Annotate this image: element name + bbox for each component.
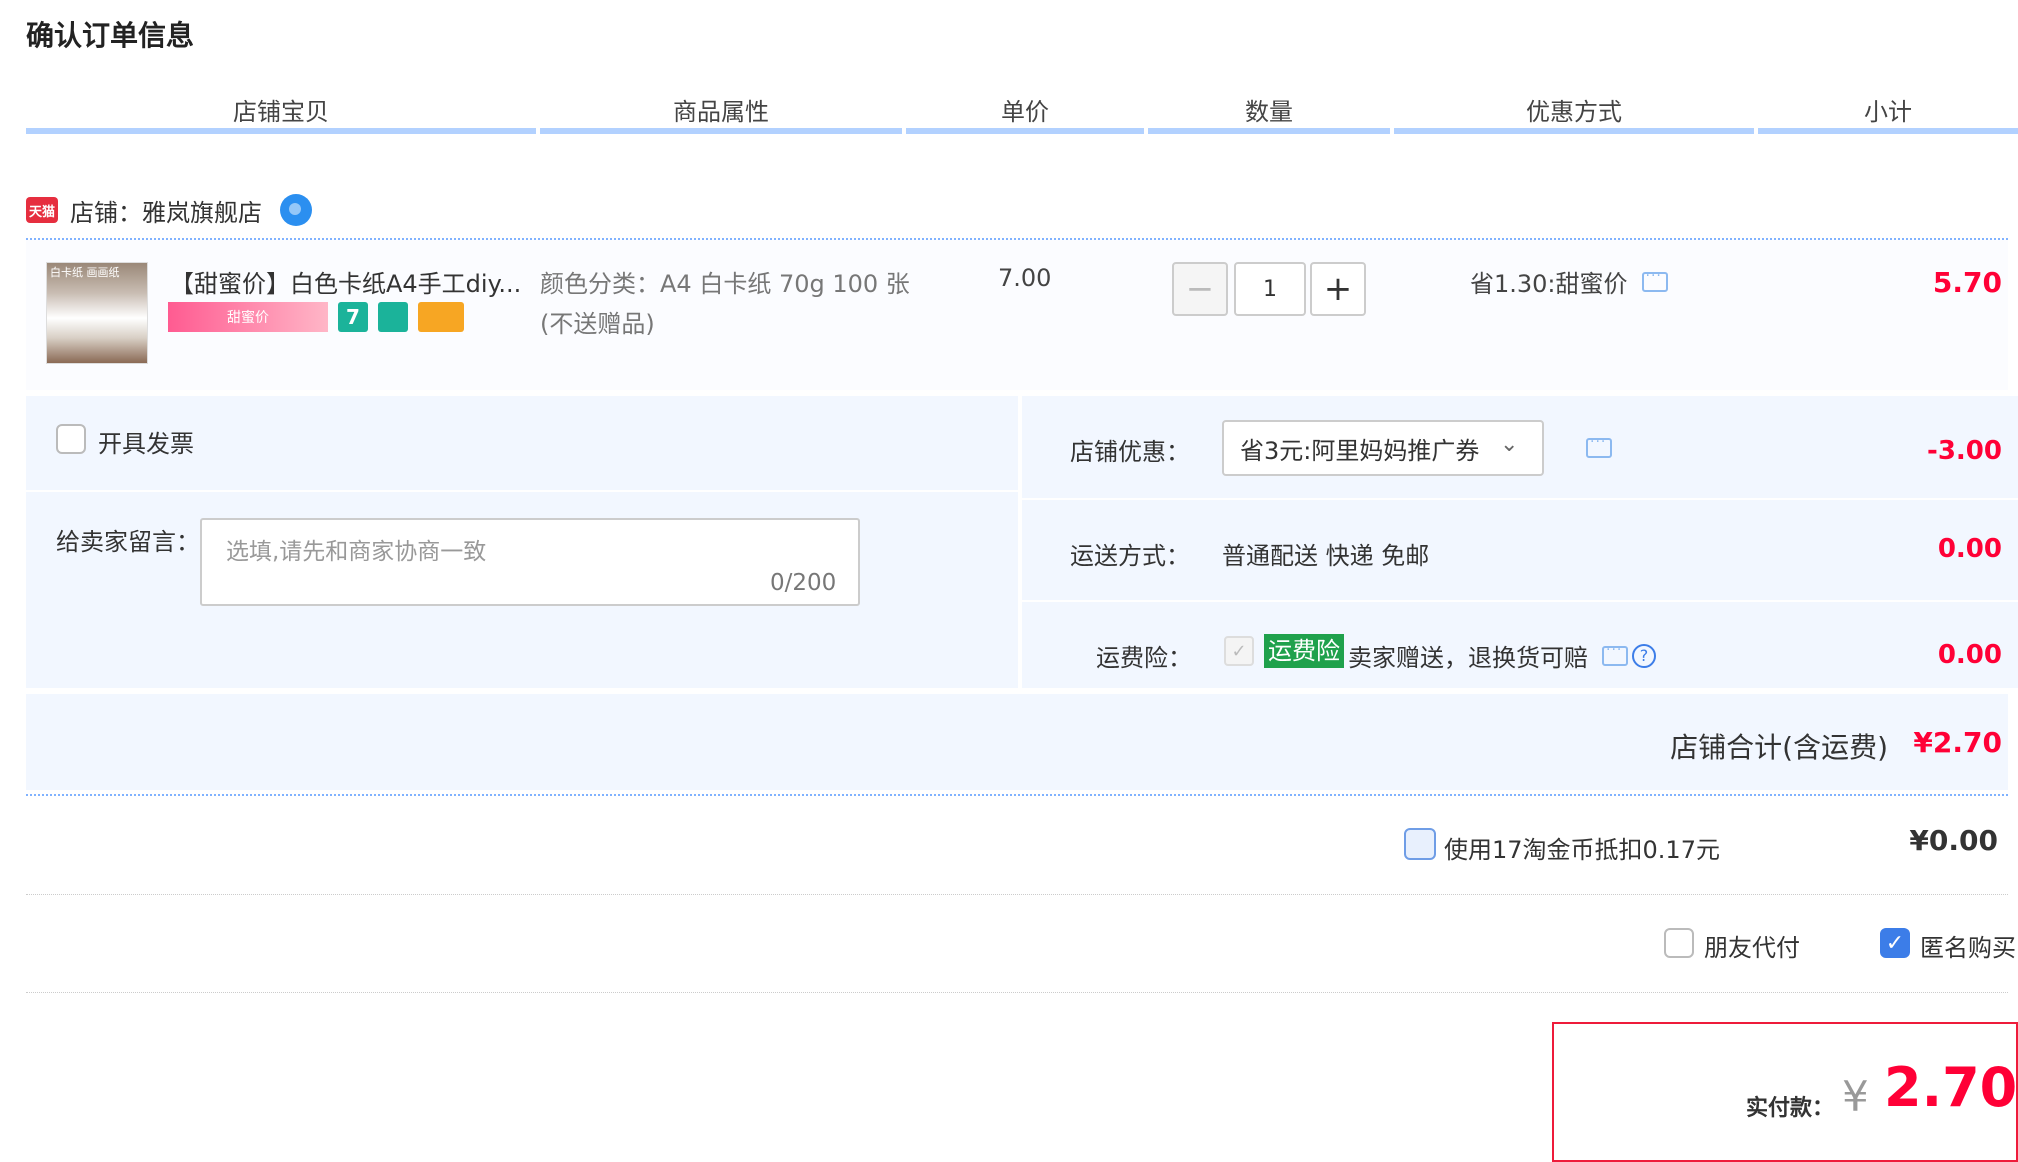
help-icon[interactable]: ?	[1632, 643, 1656, 668]
message-label: 给卖家留言：	[56, 528, 200, 556]
friend-pay-label: 朋友代付	[1704, 934, 1800, 962]
item-attributes: 颜色分类：A4 白卡纸 70g 100 张(不送赠品)	[540, 270, 910, 338]
insurance-badge: 运费险	[1264, 634, 1344, 668]
coins-amount: ¥0.00	[1909, 824, 1998, 857]
shop-discount-label: 店铺优惠：	[1070, 438, 1190, 466]
unit-price: 7.00	[998, 264, 1052, 292]
sweet-price-badge: 甜蜜价	[168, 302, 328, 332]
shop-name[interactable]: 店铺：雅岚旗舰店	[70, 193, 262, 228]
insurance-desc-row: 卖家赠送，退换货可赔 ?	[1348, 638, 1656, 673]
anonymous-checkbox[interactable]: ✓	[1880, 928, 1910, 958]
shop-row: 天猫 店铺：雅岚旗舰店	[26, 192, 312, 228]
column-header-discount: 优惠方式	[1394, 96, 1754, 134]
quantity-input[interactable]	[1234, 262, 1306, 316]
insurance-checkbox: ✓	[1224, 636, 1254, 666]
shop-discount-select[interactable]: 省3元:阿里妈妈推广券	[1222, 420, 1544, 476]
shipping-value: 普通配送 快递 免邮	[1222, 542, 1430, 570]
quantity-increase-button[interactable]: +	[1310, 262, 1366, 316]
chevron-down-icon: ⌄	[1500, 432, 1519, 457]
chat-icon[interactable]	[1641, 264, 1668, 292]
shipping-label: 运送方式：	[1070, 542, 1190, 570]
shop-total-label: 店铺合计(含运费)	[1670, 731, 1888, 764]
anonymous-label: 匿名购买	[1920, 934, 2016, 962]
tmall-icon: 天猫	[26, 197, 58, 223]
insurance-amount: 0.00	[1937, 640, 2002, 670]
friend-pay-checkbox[interactable]	[1664, 928, 1694, 958]
shipping-amount: 0.00	[1937, 534, 2002, 564]
invoice-label: 开具发票	[98, 430, 194, 458]
payment-label: 实付款：	[1746, 1096, 1835, 1121]
payment-currency: ¥	[1842, 1072, 1869, 1121]
item-title-link[interactable]: 【甜蜜价】白色卡纸A4手工diy...	[170, 264, 521, 299]
insurance-desc: 卖家赠送，退换货可赔	[1348, 644, 1588, 672]
message-char-count: 0/200	[770, 570, 837, 596]
item-discount: 省1.30:甜蜜价	[1470, 264, 1668, 299]
divider	[26, 894, 2008, 895]
wangwang-icon[interactable]	[280, 194, 312, 226]
seven-day-return-icon: 7	[338, 302, 368, 332]
coins-label: 使用17淘金币抵扣0.17元	[1444, 836, 1720, 864]
discount-text: 省1.30:甜蜜价	[1470, 270, 1628, 298]
shop-discount-value: 省3元:阿里妈妈推广券	[1240, 436, 1480, 465]
quantity-decrease-button[interactable]: −	[1172, 262, 1228, 316]
coins-checkbox[interactable]	[1404, 828, 1436, 860]
divider	[26, 794, 2008, 796]
thumbnail-tag: 白卡纸 画画纸	[50, 266, 120, 279]
item-subtotal: 5.70	[1932, 266, 2002, 299]
credit-card-icon	[418, 302, 464, 332]
page-title: 确认订单信息	[26, 19, 195, 52]
shop-total-amount: ¥2.70	[1913, 726, 2002, 759]
chat-icon[interactable]	[1586, 430, 1612, 458]
column-header-quantity: 数量	[1148, 96, 1390, 134]
chat-icon[interactable]	[1602, 638, 1628, 666]
check-icon: ✓	[1885, 930, 1905, 956]
guarantee-icon	[378, 302, 408, 332]
column-header-unit-price: 单价	[906, 96, 1144, 134]
divider	[26, 992, 2008, 993]
shop-discount-amount: -3.00	[1927, 436, 2002, 466]
column-header-attributes: 商品属性	[540, 96, 902, 134]
column-header-subtotal: 小计	[1758, 96, 2018, 134]
message-placeholder: 选填,请先和商家协商一致	[226, 539, 487, 565]
column-header-shop-item: 店铺宝贝	[26, 96, 536, 134]
payment-amount: 2.70	[1884, 1056, 2018, 1119]
invoice-checkbox[interactable]	[56, 424, 86, 454]
insurance-label: 运费险：	[1096, 644, 1192, 672]
